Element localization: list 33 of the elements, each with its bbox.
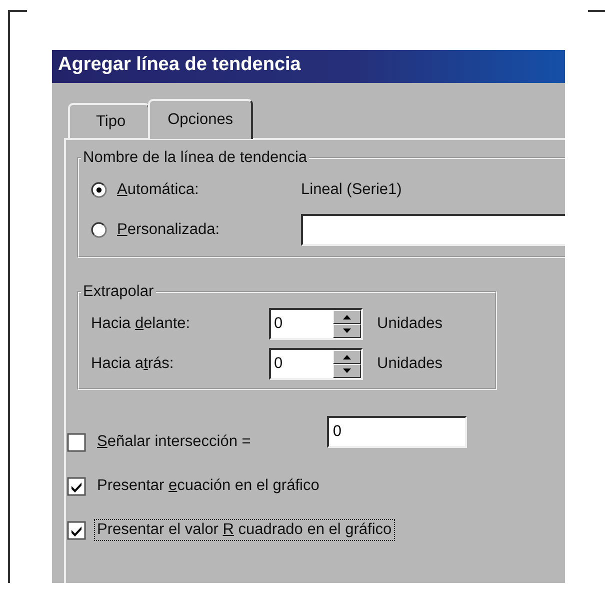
trendline-name: Lineal (Serie1) xyxy=(301,181,402,199)
checkbox-label: Presentar ecuación en el gráfico xyxy=(96,476,320,496)
window-title: Agregar línea de tendencia xyxy=(52,50,565,83)
caret-up-icon xyxy=(342,354,352,360)
caret-up-icon xyxy=(342,314,352,320)
spin-field[interactable]: 0 xyxy=(269,308,363,340)
spin-down-button[interactable] xyxy=(333,364,361,378)
field-label: Hacia delante: xyxy=(91,315,192,333)
caret-down-icon xyxy=(342,368,352,374)
spin-down-button[interactable] xyxy=(333,324,361,338)
radio-button[interactable] xyxy=(91,222,107,238)
spin-field[interactable]: 0 xyxy=(269,348,363,380)
crop-mark xyxy=(588,10,605,12)
radio-label: Automática: xyxy=(117,181,200,199)
tab[interactable]: Opciones xyxy=(148,99,254,139)
input-field[interactable] xyxy=(301,214,565,246)
checkbox-label: Señalar intersección = xyxy=(96,432,252,452)
field-label: Hacia atrás: xyxy=(91,355,175,373)
caret-down-icon xyxy=(342,328,352,334)
spin-up-button[interactable] xyxy=(333,310,361,324)
group-title: Nombre de la línea de tendencia xyxy=(82,150,308,166)
unit-label: Unidades xyxy=(377,355,442,373)
checkbox-label: Presentar el valor R cuadrado en el gráfico xyxy=(94,519,395,541)
radio-button[interactable] xyxy=(91,182,107,198)
radio-label: Personalizada: xyxy=(117,221,221,239)
unit-label: Unidades xyxy=(377,315,442,333)
input-field[interactable]: 0 xyxy=(326,416,467,448)
tab[interactable]: Tipo xyxy=(68,103,150,138)
spin-up-button[interactable] xyxy=(333,350,361,364)
checkbox[interactable] xyxy=(67,432,86,452)
checkbox[interactable] xyxy=(67,520,86,540)
group-title: Extrapolar xyxy=(82,284,155,300)
checkbox[interactable] xyxy=(67,476,86,496)
